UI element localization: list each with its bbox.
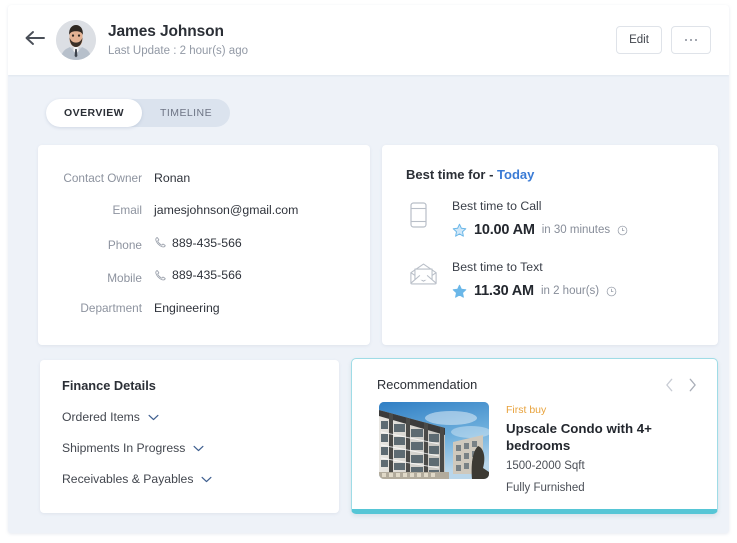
clock-icon[interactable]	[606, 286, 617, 297]
contact-value-email: jamesjohnson@gmail.com	[154, 203, 298, 217]
ellipsis-icon	[684, 38, 698, 42]
best-time-text-time: 11.30 AM	[474, 283, 534, 299]
avatar	[56, 20, 96, 60]
star-outline-icon	[452, 223, 467, 238]
finance-item-receivables-payables[interactable]: Receivables & Payables	[40, 472, 212, 486]
best-time-call-body: Best time to Call 10.00 AM in 30 minutes	[452, 198, 718, 238]
best-time-call-time: 10.00 AM	[474, 222, 535, 238]
finance-item-shipments-in-progress[interactable]: Shipments In Progress	[40, 441, 204, 455]
star-filled-icon	[452, 284, 467, 299]
mobile-phone-icon	[410, 198, 452, 238]
best-time-text-item: Best time to Text 11.30 AM in 2 hour(s)	[382, 238, 718, 299]
clock-icon[interactable]	[617, 225, 628, 236]
best-time-today-link[interactable]: Today	[497, 167, 534, 182]
best-time-call-label: Best time to Call	[452, 199, 542, 213]
recommendation-header: Recommendation	[352, 359, 717, 392]
phone-icon	[154, 236, 167, 249]
phone-text: 889-435-566	[172, 235, 242, 250]
best-time-call-row: 10.00 AM in 30 minutes	[452, 222, 718, 238]
finance-title: Finance Details	[62, 378, 156, 393]
chevron-down-icon	[148, 414, 159, 421]
best-time-heading-prefix: Best time for -	[406, 167, 494, 182]
contact-details-card: Contact Owner Ronan Email jamesjohnson@g…	[38, 145, 370, 345]
recommendation-tag: First buy	[506, 404, 547, 416]
finance-item-label: Shipments In Progress	[62, 441, 186, 455]
contact-value-mobile: 889-435-566	[154, 268, 242, 282]
contact-owner-text: Ronan	[154, 171, 191, 185]
mobile-text: 889-435-566	[172, 268, 242, 283]
recommendation-name: Upscale Condo with 4+ bedrooms	[506, 421, 652, 453]
finance-item-label: Ordered Items	[62, 410, 140, 424]
contact-rows: Contact Owner Ronan Email jamesjohnson@g…	[38, 145, 370, 333]
recommendation-body: First buy Upscale Condo with 4+ bedrooms…	[352, 392, 717, 496]
chevron-right-icon[interactable]	[688, 378, 697, 392]
chevron-left-icon[interactable]	[665, 378, 674, 392]
content-panel: James Johnson Last Update : 2 hour(s) ag…	[8, 5, 729, 533]
tab-bar: OVERVIEW TIMELINE	[46, 99, 231, 127]
contact-row-email: Email jamesjohnson@gmail.com	[38, 203, 370, 235]
header-actions: Edit	[616, 26, 711, 54]
contact-label-department: Department	[80, 300, 142, 315]
back-button[interactable]	[20, 25, 50, 55]
best-time-text-row: 11.30 AM in 2 hour(s)	[452, 283, 718, 299]
finance-item-label: Receivables & Payables	[62, 472, 194, 486]
best-time-text-relative: in 2 hour(s)	[540, 285, 600, 297]
best-time-card: Best time for - Today Best time to Call	[382, 145, 718, 345]
email-text: jamesjohnson@gmail.com	[154, 203, 299, 218]
best-time-call-item: Best time to Call 10.00 AM in 30 minutes	[382, 182, 718, 238]
contact-row-phone: Phone 889-435-566	[38, 236, 370, 268]
contact-label-phone: Phone	[107, 238, 142, 253]
envelope-icon	[410, 259, 452, 299]
recommendation-furnishing: Fully Furnished	[506, 482, 585, 494]
recommendation-nav	[665, 378, 697, 392]
condo-building-photo[interactable]	[379, 402, 489, 479]
best-time-text-label: Best time to Text	[452, 260, 543, 274]
recommendation-info: First buy Upscale Condo with 4+ bedrooms…	[506, 402, 717, 496]
contact-label-mobile: Mobile	[107, 270, 142, 285]
contact-value-owner: Ronan	[154, 171, 190, 185]
contact-row-owner: Contact Owner Ronan	[38, 171, 370, 203]
chevron-down-icon	[193, 445, 204, 452]
contact-label-email: Email	[112, 203, 143, 218]
tab-timeline[interactable]: TIMELINE	[142, 99, 230, 127]
contact-label-owner: Contact Owner	[63, 171, 142, 185]
chevron-down-icon	[201, 476, 212, 483]
app-root: James Johnson Last Update : 2 hour(s) ag…	[0, 0, 737, 543]
contact-value-department: Engineering	[154, 301, 220, 315]
best-time-text-body: Best time to Text 11.30 AM in 2 hour(s)	[452, 259, 718, 299]
arrow-left-icon	[24, 30, 46, 51]
last-update-text: Last Update : 2 hour(s) ago	[108, 45, 248, 57]
finance-details-card: Finance Details Ordered Items Shipments …	[40, 360, 339, 513]
recommendation-size: 1500-2000 Sqft	[506, 460, 585, 472]
department-text: Engineering	[154, 300, 220, 315]
recommendation-card: Recommendation First buy Upscale Condo w…	[351, 358, 718, 514]
contact-value-phone: 889-435-566	[154, 236, 242, 250]
contact-row-mobile: Mobile 889-435-566	[38, 268, 370, 300]
contact-row-department: Department Engineering	[38, 301, 370, 333]
more-options-button[interactable]	[671, 26, 711, 54]
recommendation-title: Recommendation	[377, 377, 478, 392]
tab-overview[interactable]: OVERVIEW	[46, 99, 143, 127]
page-header: James Johnson Last Update : 2 hour(s) ag…	[8, 5, 729, 75]
edit-button[interactable]: Edit	[616, 26, 662, 54]
phone-icon	[154, 269, 167, 282]
best-time-call-relative: in 30 minutes	[541, 224, 611, 236]
contact-name: James Johnson	[108, 23, 224, 40]
header-title-block: James Johnson Last Update : 2 hour(s) ag…	[108, 22, 616, 58]
best-time-heading: Best time for - Today	[382, 145, 718, 182]
finance-item-ordered-items[interactable]: Ordered Items	[40, 410, 159, 424]
